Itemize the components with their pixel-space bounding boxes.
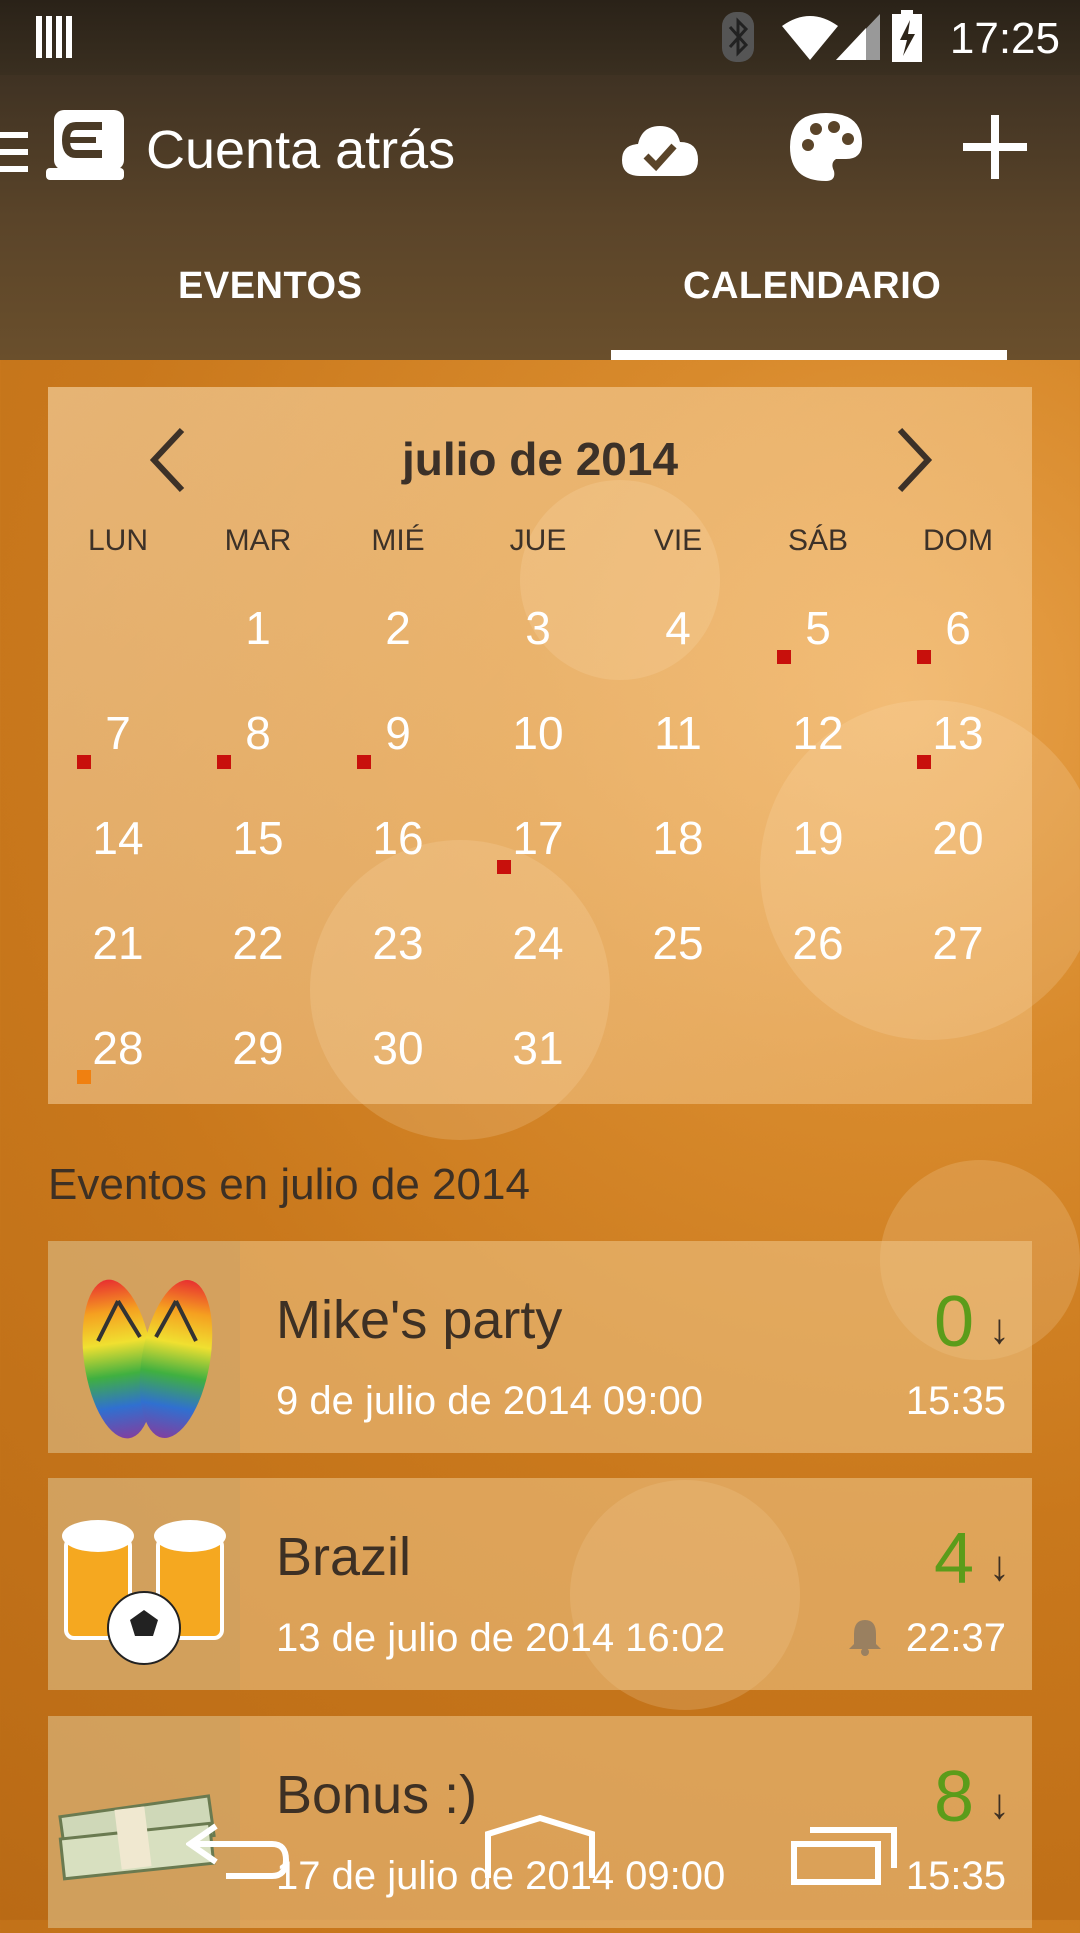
calendar-day[interactable]: 19 <box>748 811 888 865</box>
calendar-day[interactable]: 15 <box>188 811 328 865</box>
home-icon[interactable] <box>484 1814 596 1880</box>
calendar-day[interactable]: 12 <box>748 706 888 760</box>
down-arrow-icon: ↓ <box>989 1305 1010 1352</box>
app-title: Cuenta atrás <box>146 120 456 180</box>
add-icon[interactable] <box>963 115 1027 179</box>
event-marker <box>497 860 511 874</box>
weekday-label: LUN <box>87 524 148 557</box>
beer-soccer-icon <box>62 1520 226 1665</box>
event-marker <box>77 755 91 769</box>
menu-icon[interactable] <box>0 132 30 172</box>
bell-icon <box>849 1620 881 1656</box>
month-title: julio de 2014 <box>401 433 679 485</box>
palette-icon[interactable] <box>788 111 864 183</box>
event-marker <box>917 650 931 664</box>
event-name: Brazil <box>276 1527 412 1587</box>
calendar-day[interactable]: 4 <box>608 601 748 655</box>
calendar-day[interactable]: 3 <box>468 601 608 655</box>
calendar-day[interactable]: 8 <box>188 706 328 760</box>
event-date: 9 de julio de 2014 09:00 <box>276 1379 704 1423</box>
weekday-label: JUE <box>509 524 567 557</box>
calendar-day[interactable]: 24 <box>468 916 608 970</box>
event-countdown: 4 <box>933 1519 974 1599</box>
calendar-day[interactable]: 6 <box>888 601 1028 655</box>
weekday-label: VIE <box>653 524 703 557</box>
bluetooth-icon <box>722 12 754 62</box>
tab-calendario[interactable]: CALENDARIO <box>683 265 941 308</box>
event-card[interactable]: Mike's party 9 de julio de 2014 09:00 0 … <box>48 1241 1032 1453</box>
signal-icon <box>836 14 880 60</box>
calendar-day[interactable]: 1 <box>188 601 328 655</box>
event-marker <box>917 755 931 769</box>
calendar-day[interactable]: 30 <box>328 1021 468 1075</box>
app-logo-icon <box>46 110 124 180</box>
calendar-day[interactable]: 18 <box>608 811 748 865</box>
calendar-day[interactable]: 31 <box>468 1021 608 1075</box>
calendar-day[interactable]: 16 <box>328 811 468 865</box>
down-arrow-icon: ↓ <box>989 1542 1010 1589</box>
calendar-day[interactable]: 20 <box>888 811 1028 865</box>
calendar-panel: julio de 2014 LUN MAR MIÉ JUE VIE SÁB DO… <box>48 387 1032 1104</box>
next-month-icon[interactable] <box>894 427 934 493</box>
event-thumbnail <box>48 1241 240 1453</box>
calendar-day[interactable]: 21 <box>48 916 188 970</box>
event-time: 22:37 <box>905 1616 1006 1660</box>
calendar-day[interactable]: 25 <box>608 916 748 970</box>
notification-icon <box>36 16 72 58</box>
event-thumbnail <box>48 1478 240 1690</box>
flip-flops-icon <box>82 1279 213 1439</box>
calendar-day[interactable]: 10 <box>468 706 608 760</box>
tab-eventos[interactable]: EVENTOS <box>178 265 362 308</box>
event-marker <box>217 755 231 769</box>
calendar-day[interactable]: 9 <box>328 706 468 760</box>
weekday-label: MAR <box>224 524 292 557</box>
weekday-label: MIÉ <box>371 524 425 557</box>
battery-charging-icon <box>892 10 922 62</box>
calendar-day[interactable]: 28 <box>48 1021 188 1075</box>
event-name: Mike's party <box>276 1290 563 1350</box>
event-marker <box>777 650 791 664</box>
calendar-day[interactable]: 17 <box>468 811 608 865</box>
action-bar: Cuenta atrás EVENTOS CALENDARIO <box>0 75 1080 360</box>
event-card[interactable]: Brazil 13 de julio de 2014 16:02 4 ↓ 22:… <box>48 1478 1032 1690</box>
calendar-day[interactable]: 13 <box>888 706 1028 760</box>
calendar-day[interactable]: 2 <box>328 601 468 655</box>
event-marker-today <box>77 1070 91 1084</box>
event-marker <box>357 755 371 769</box>
tab-indicator <box>611 350 1007 360</box>
events-section-title: Eventos en julio de 2014 <box>48 1160 530 1209</box>
calendar-day[interactable]: 14 <box>48 811 188 865</box>
status-bar: 17:25 <box>0 0 1080 75</box>
cloud-sync-icon[interactable] <box>622 120 698 178</box>
event-date: 13 de julio de 2014 16:02 <box>276 1616 726 1660</box>
calendar-day[interactable]: 27 <box>888 916 1028 970</box>
event-time: 15:35 <box>905 1379 1006 1423</box>
calendar-day[interactable]: 23 <box>328 916 468 970</box>
calendar-day[interactable]: 5 <box>748 601 888 655</box>
back-icon[interactable] <box>186 1822 290 1880</box>
calendar-day[interactable]: 26 <box>748 916 888 970</box>
calendar-day[interactable]: 11 <box>608 706 748 760</box>
calendar-day[interactable]: 7 <box>48 706 188 760</box>
navigation-bar <box>0 1770 1080 1920</box>
event-countdown: 0 <box>933 1282 974 1362</box>
weekday-label: DOM <box>923 524 993 557</box>
weekday-label: SÁB <box>787 524 849 557</box>
recent-apps-icon[interactable] <box>790 1826 898 1886</box>
status-time: 17:25 <box>949 14 1060 63</box>
calendar-day[interactable]: 22 <box>188 916 328 970</box>
wifi-icon <box>782 16 838 60</box>
calendar-day[interactable]: 29 <box>188 1021 328 1075</box>
